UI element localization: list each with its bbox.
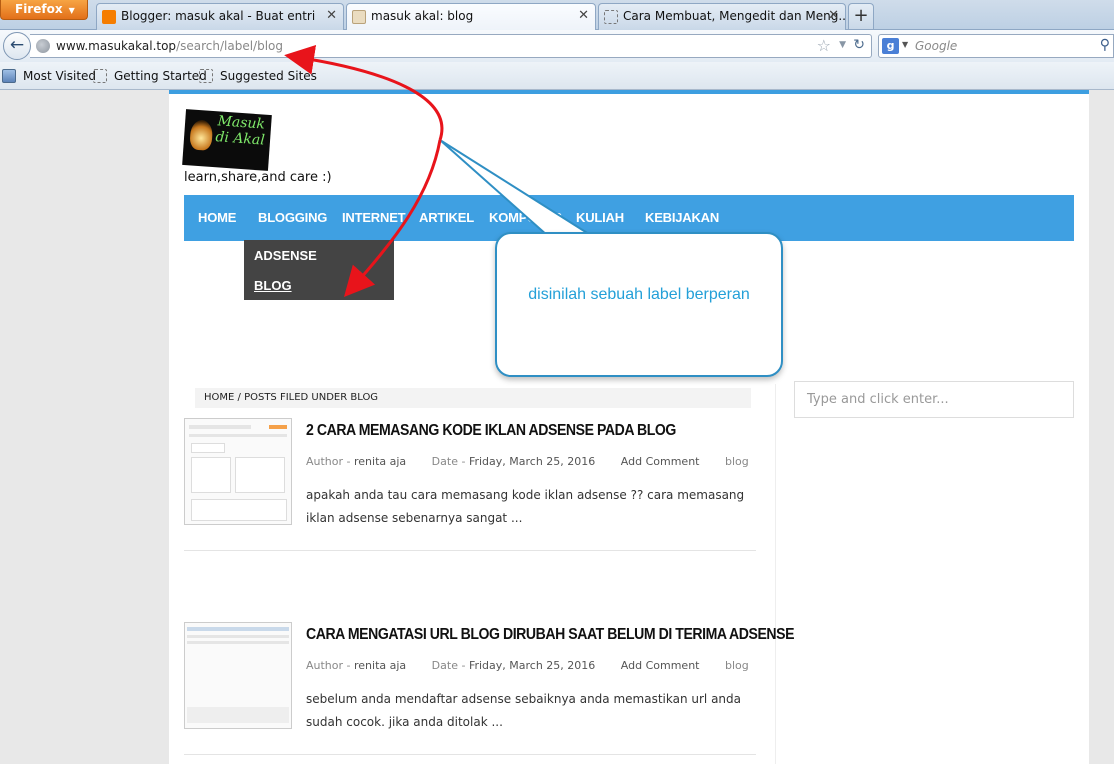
post-label-link[interactable]: blog <box>725 659 749 672</box>
site-tagline: learn,share,and care :) <box>184 170 332 185</box>
thumbnail-panel <box>235 457 285 493</box>
bookmark-label: Most Visited <box>23 69 97 83</box>
blank-page-icon <box>93 69 107 83</box>
search-engine-dropdown-icon[interactable]: ▼ <box>902 40 908 49</box>
sidebar-divider <box>775 384 776 764</box>
thumbnail-panel <box>191 457 231 493</box>
history-dropdown-icon[interactable]: ▼ <box>839 40 846 50</box>
navigation-toolbar: www.masukakal.top/search/label/blog ☆ ▼ … <box>0 30 1114 62</box>
callout-text: disinilah sebuah label berperan <box>528 286 750 303</box>
bookmark-suggested-sites[interactable]: Suggested Sites <box>199 69 317 83</box>
url-bar[interactable]: www.masukakal.top/search/label/blog ☆ ▼ … <box>30 34 872 58</box>
post-label-link[interactable]: blog <box>725 455 749 468</box>
back-arrow-icon: ← <box>9 35 25 55</box>
thumbnail-accent <box>269 425 287 429</box>
thumbnail-select <box>191 443 225 453</box>
blank-page-icon <box>604 10 618 24</box>
nav-komputer[interactable]: KOMPUTER <box>489 210 562 225</box>
thumbnail-line <box>187 641 289 644</box>
close-icon[interactable]: ✕ <box>326 8 337 23</box>
logo-text: Masuk di Akal <box>214 113 266 149</box>
globe-icon <box>36 39 50 53</box>
bookmark-star-icon[interactable]: ☆ <box>817 36 831 55</box>
close-icon[interactable]: ✕ <box>828 8 839 23</box>
post-thumbnail[interactable] <box>184 622 292 729</box>
thumbnail-panel <box>191 499 287 521</box>
site-logo[interactable]: Masuk di Akal <box>182 109 272 171</box>
blogger-icon <box>102 10 116 24</box>
annotation-callout: disinilah sebuah label berperan <box>495 232 783 377</box>
google-icon[interactable]: g <box>882 38 899 54</box>
post-item: 2 CARA MEMASANG KODE IKLAN ADSENSE PADA … <box>184 418 756 551</box>
thumbnail-header <box>189 425 251 429</box>
thumbnail-line <box>189 434 287 437</box>
thumbnail-line <box>187 635 289 638</box>
post-title[interactable]: CARA MENGATASI URL BLOG DIRUBAH SAAT BEL… <box>306 626 794 644</box>
blogging-dropdown-menu: ADSENSE BLOG <box>244 240 394 300</box>
bookmark-label: Getting Started <box>114 69 207 83</box>
new-tab-button[interactable]: + <box>848 3 874 29</box>
nav-artikel[interactable]: ARTIKEL <box>419 210 474 225</box>
author-label: Author - <box>306 455 351 468</box>
post-excerpt: sebelum anda mendaftar adsense sebaiknya… <box>306 692 741 729</box>
post-date: Friday, March 25, 2016 <box>468 659 596 672</box>
firefox-menu-label: Firefox <box>15 2 63 16</box>
post-meta: Author - renita aja Date - Friday, March… <box>306 455 749 468</box>
post-meta: Author - renita aja Date - Friday, March… <box>306 659 749 672</box>
dropdown-item-blog[interactable]: BLOG <box>254 278 292 293</box>
search-bar[interactable]: g ▼ Google ⚲ <box>878 34 1114 58</box>
post-excerpt: apakah anda tau cara memasang kode iklan… <box>306 488 745 525</box>
breadcrumb: HOME / POSTS FILED UNDER BLOG <box>195 388 751 408</box>
tab-title: masuk akal: blog <box>371 9 474 23</box>
blank-page-icon <box>199 69 213 83</box>
tab-blogger[interactable]: Blogger: masuk akal - Buat entri ✕ <box>96 3 344 30</box>
tab-title: Cara Membuat, Mengedit dan Meng... <box>623 9 846 23</box>
thumbnail-footer <box>187 707 289 723</box>
nav-kuliah[interactable]: KULIAH <box>576 210 624 225</box>
bookmark-getting-started[interactable]: Getting Started <box>93 69 207 83</box>
author-label: Author - <box>306 659 351 672</box>
url-path: /search/label/blog <box>176 39 283 53</box>
sidebar-search-input[interactable]: Type and click enter... <box>794 381 1074 418</box>
post-thumbnail[interactable] <box>184 418 292 525</box>
post-date: Friday, March 25, 2016 <box>468 455 596 468</box>
chevron-down-icon: ▼ <box>68 6 75 15</box>
post-author[interactable]: renita aja <box>354 455 406 468</box>
bookmarks-toolbar: Most Visited Getting Started Suggested S… <box>0 62 1114 90</box>
add-comment-link[interactable]: Add Comment <box>621 455 700 468</box>
url-domain: www.masukakal.top <box>56 39 177 53</box>
bookmark-label: Suggested Sites <box>220 69 317 83</box>
nav-blogging[interactable]: BLOGGING <box>258 210 327 225</box>
post-title[interactable]: 2 CARA MEMASANG KODE IKLAN ADSENSE PADA … <box>306 422 676 440</box>
light-bulb-icon <box>189 119 214 151</box>
search-placeholder: Google <box>915 39 958 53</box>
post-author[interactable]: renita aja <box>354 659 406 672</box>
most-visited-icon <box>2 69 16 83</box>
url-text[interactable]: www.masukakal.top/search/label/blog <box>56 39 283 53</box>
thumbnail-header <box>187 627 289 631</box>
post-item: CARA MENGATASI URL BLOG DIRUBAH SAAT BEL… <box>184 622 794 755</box>
tab-cara-membuat[interactable]: Cara Membuat, Mengedit dan Meng... ✕ <box>598 3 846 30</box>
search-icon[interactable]: ⚲ <box>1100 37 1110 53</box>
date-label: Date - <box>431 659 466 672</box>
close-icon[interactable]: ✕ <box>578 8 589 23</box>
dropdown-item-adsense[interactable]: ADSENSE <box>254 248 317 263</box>
web-page: Masuk di Akal learn,share,and care :) HO… <box>169 90 1089 764</box>
tab-masuk-akal-blog[interactable]: masuk akal: blog ✕ <box>346 3 596 31</box>
page-icon <box>352 10 366 24</box>
nav-home[interactable]: HOME <box>198 210 236 225</box>
date-label: Date - <box>431 455 466 468</box>
bookmark-most-visited[interactable]: Most Visited <box>2 69 96 83</box>
tab-title: Blogger: masuk akal - Buat entri <box>121 9 316 23</box>
firefox-menu-button[interactable]: Firefox ▼ <box>0 0 88 20</box>
nav-internet[interactable]: INTERNET <box>342 210 406 225</box>
back-button[interactable]: ← <box>3 32 31 60</box>
add-comment-link[interactable]: Add Comment <box>621 659 700 672</box>
tab-bar: Firefox ▼ Blogger: masuk akal - Buat entr… <box>0 0 1114 31</box>
reload-icon[interactable]: ↻ <box>853 37 865 53</box>
nav-kebijakan[interactable]: KEBIJAKAN <box>645 210 719 225</box>
